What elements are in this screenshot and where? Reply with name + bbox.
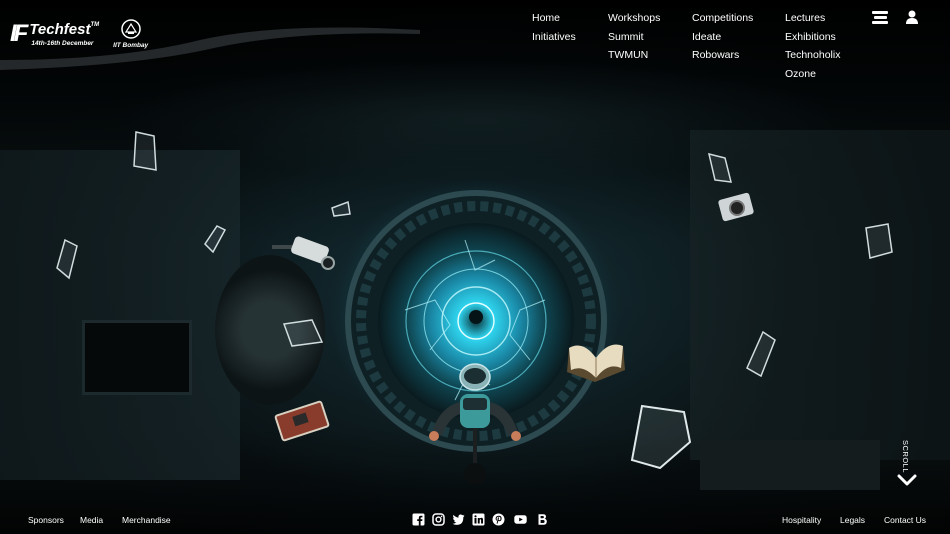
techfest-logo-mark: IF [10, 20, 28, 47]
trademark-mark: TM [90, 21, 100, 28]
hamburger-icon [874, 16, 887, 19]
floating-book-image [567, 344, 625, 382]
nav-link-initiatives[interactable]: Initiatives [532, 28, 576, 47]
footer-link-contact-us[interactable]: Contact Us [884, 515, 926, 525]
scroll-label: SCROLL [901, 440, 910, 474]
nav-column: Competitions Ideate Robowars [692, 9, 753, 65]
nav-link-ideate[interactable]: Ideate [692, 28, 753, 47]
floating-glass-shard [282, 319, 324, 347]
floating-glass-shard [746, 330, 776, 378]
monitor-left [82, 320, 192, 395]
floating-circuit-board-image [274, 400, 330, 442]
nav-link-exhibitions[interactable]: Exhibitions [785, 28, 840, 47]
nav-link-twmun[interactable]: TWMUN [608, 46, 660, 65]
brand[interactable]: IF TechfestTM 14th-16th December IIT Bom… [10, 19, 148, 49]
console-right [700, 440, 880, 490]
pinterest-icon[interactable] [492, 513, 505, 526]
scroll-indicator[interactable]: SCROLL [895, 440, 919, 490]
linkedin-icon[interactable] [472, 513, 485, 526]
floating-glass-shard [204, 225, 227, 254]
floating-glass-shard [865, 223, 893, 259]
hamburger-menu-button[interactable] [872, 10, 888, 25]
instagram-icon[interactable] [432, 513, 445, 526]
robot-figure [429, 363, 521, 485]
footer-link-legals[interactable]: Legals [840, 515, 865, 525]
techfest-logo[interactable]: IF TechfestTM 14th-16th December [10, 22, 99, 47]
floating-glass-shard [133, 131, 157, 171]
machinery-left [0, 150, 240, 480]
footer-link-hospitality[interactable]: Hospitality [782, 515, 821, 525]
twitter-icon[interactable] [452, 513, 465, 526]
floating-glass-shard [707, 152, 732, 183]
floating-camera-image [718, 192, 754, 222]
blog-icon[interactable] [536, 513, 549, 526]
hamburger-icon [872, 21, 888, 24]
nav-link-technoholix[interactable]: Technoholix [785, 46, 840, 65]
nav-column: Home Initiatives [532, 9, 576, 46]
iit-seal-icon [120, 19, 141, 39]
iit-bombay-logo[interactable]: IIT Bombay [113, 19, 148, 49]
nav-link-home[interactable]: Home [532, 9, 576, 28]
main-nav: Home Initiatives Workshops Summit TWMUN … [532, 9, 862, 89]
footer-link-merchandise[interactable]: Merchandise [122, 515, 171, 525]
nav-link-workshops[interactable]: Workshops [608, 9, 660, 28]
nav-link-ozone[interactable]: Ozone [785, 65, 840, 84]
floating-glass-shard-large [630, 404, 692, 470]
floating-glass-shard [56, 238, 78, 280]
nav-column: Lectures Exhibitions Technoholix Ozone [785, 9, 840, 83]
floating-glass-shard [331, 200, 351, 217]
nav-link-robowars[interactable]: Robowars [692, 46, 753, 65]
nav-link-competitions[interactable]: Competitions [692, 9, 753, 28]
footer-link-sponsors[interactable]: Sponsors [28, 515, 64, 525]
brand-name-text: Techfest [29, 20, 91, 38]
floating-cctv-camera-image [272, 236, 335, 270]
nav-link-summit[interactable]: Summit [608, 28, 660, 47]
brand-name: TechfestTM [29, 22, 99, 37]
event-dates: 14th-16th December [31, 39, 94, 47]
institute-name: IIT Bombay [113, 42, 149, 49]
nav-column: Workshops Summit TWMUN [608, 9, 660, 65]
youtube-icon[interactable] [514, 513, 527, 526]
chevron-down-icon [897, 474, 917, 486]
footer-link-media[interactable]: Media [80, 515, 103, 525]
facebook-icon[interactable] [412, 513, 425, 526]
nav-link-lectures[interactable]: Lectures [785, 9, 840, 28]
user-icon[interactable] [905, 10, 919, 25]
hamburger-icon [872, 11, 888, 14]
